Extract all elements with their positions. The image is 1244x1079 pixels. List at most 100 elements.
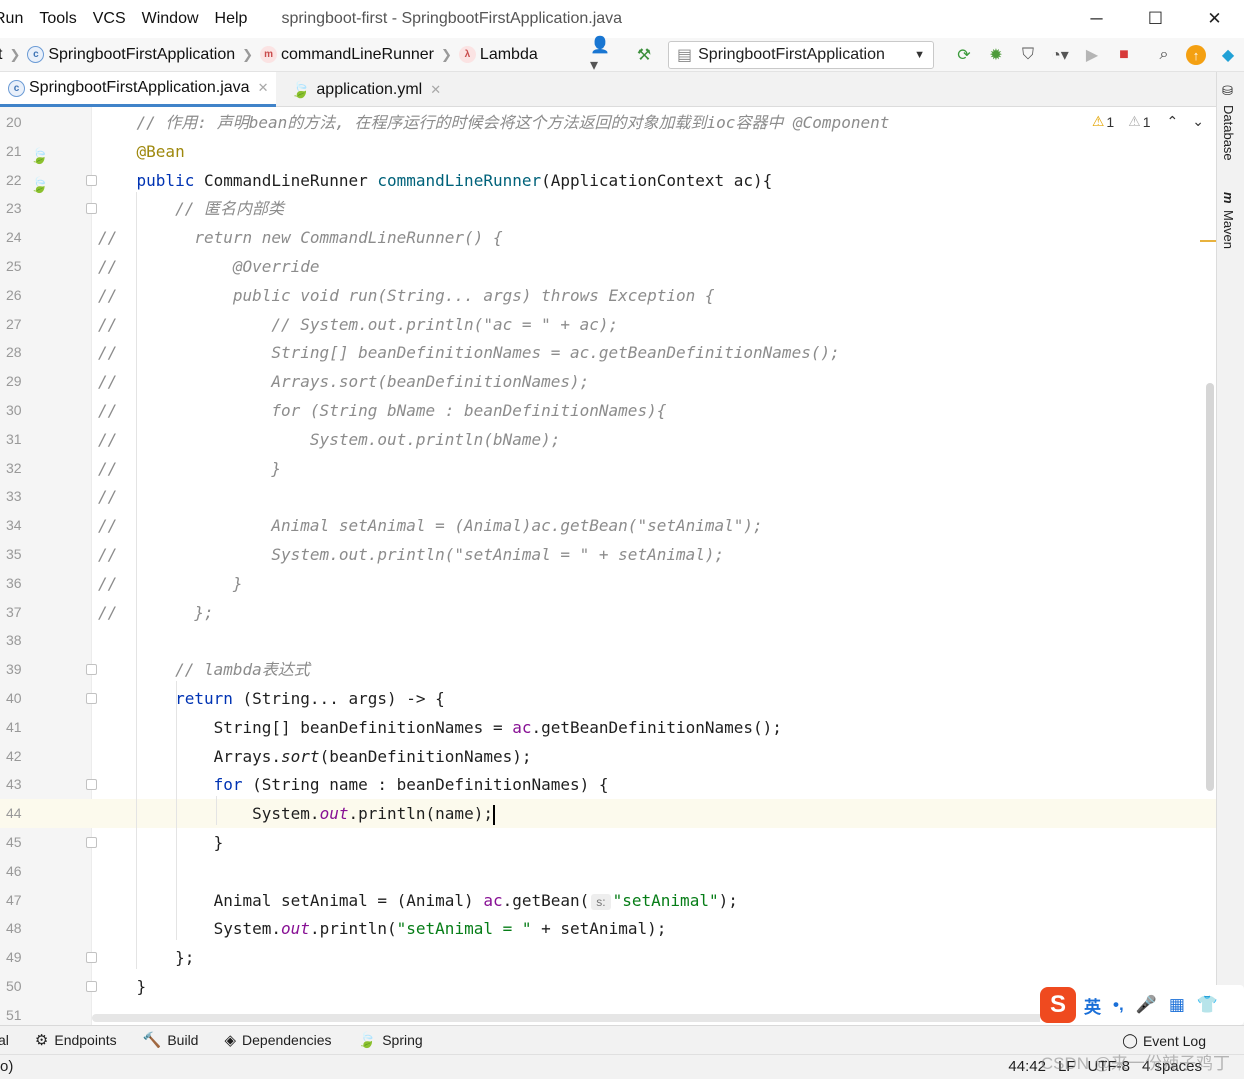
code-text: // };	[98, 602, 214, 622]
breadcrumb-lambda[interactable]: Lambda	[480, 46, 538, 64]
chevron-down-icon[interactable]: ⌄	[1192, 113, 1204, 130]
close-icon[interactable]: ✕	[430, 82, 441, 98]
code-line[interactable]: 48 System.out.println("setAnimal = " + s…	[0, 914, 1216, 943]
code-line[interactable]: 47 Animal setAnimal = (Animal) ac.getBea…	[0, 886, 1216, 915]
close-button[interactable]: ✕	[1185, 0, 1244, 38]
search-icon[interactable]: ⌕	[1152, 43, 1176, 67]
fold-marker-icon[interactable]	[86, 837, 97, 848]
breadcrumb-method[interactable]: commandLineRunner	[281, 46, 434, 64]
update-icon[interactable]: ↑	[1184, 43, 1208, 67]
code-line[interactable]: 20 // 作用: 声明bean的方法, 在程序运行的时候会将这个方法返回的对象…	[0, 108, 1216, 137]
tool-spring[interactable]: 🍃 Spring	[358, 1031, 423, 1049]
code-line[interactable]: 46	[0, 857, 1216, 886]
horizontal-scrollbar[interactable]	[92, 1014, 1204, 1022]
code-line[interactable]: 43 for (String name : beanDefinitionName…	[0, 770, 1216, 799]
endpoints-icon: ⚙	[34, 1032, 49, 1049]
build-hammer-icon[interactable]: ⚒	[632, 43, 656, 67]
code-line[interactable]: 45 }	[0, 828, 1216, 857]
line-number: 20	[6, 114, 22, 130]
code-line[interactable]: 37 // };	[0, 598, 1216, 627]
stop-icon[interactable]: ■	[1112, 43, 1136, 67]
code-line[interactable]: 25 // @Override	[0, 252, 1216, 281]
toolbox-icon[interactable]: ◆	[1216, 43, 1240, 67]
tool-dependencies[interactable]: ◈ Dependencies	[224, 1031, 331, 1049]
code-line[interactable]: 30 // for (String bName : beanDefinitionN…	[0, 396, 1216, 425]
tool-label: al	[0, 1032, 9, 1048]
code-line[interactable]: 50 }	[0, 972, 1216, 1001]
menu-vcs[interactable]: VCS	[93, 10, 126, 28]
sogou-logo-icon[interactable]: S	[1040, 987, 1076, 1023]
tab-springbootfirstapplication-java[interactable]: c SpringbootFirstApplication.java ✕	[0, 72, 277, 107]
menu-help[interactable]: Help	[215, 10, 248, 28]
debug-bug-icon[interactable]: ✹	[984, 43, 1008, 67]
microphone-icon[interactable]: 🎤	[1136, 995, 1157, 1015]
fold-marker-icon[interactable]	[86, 174, 97, 186]
fold-marker-icon[interactable]	[86, 981, 97, 992]
tool-terminal[interactable]: al	[0, 1032, 9, 1048]
run-configuration-select[interactable]: ▤ SpringbootFirstApplication ▼	[668, 41, 934, 69]
code-line[interactable]: 28 // String[] beanDefinitionNames = ac.g…	[0, 338, 1216, 367]
line-number: 43	[6, 776, 22, 793]
keyboard-icon[interactable]: ▦	[1169, 995, 1185, 1015]
code-line[interactable]: 33 //	[0, 482, 1216, 511]
tab-application-yml[interactable]: 🍃 application.yml ✕	[282, 72, 449, 107]
event-log-button[interactable]: ◯ Event Log	[1122, 1032, 1206, 1049]
fold-marker-icon[interactable]	[86, 779, 97, 791]
fold-marker-icon[interactable]	[86, 664, 97, 676]
fold-marker-icon[interactable]	[86, 693, 97, 704]
code-line[interactable]: 26 // public void run(String... args) thr…	[0, 281, 1216, 310]
line-number: 40	[6, 690, 22, 706]
inspection-widget[interactable]: ⚠ 1 ⚠ 1 ⌃ ⌄	[1084, 113, 1204, 130]
maximize-button[interactable]: ☐	[1126, 0, 1185, 38]
code-line[interactable]: 31 // System.out.println(bName);	[0, 425, 1216, 454]
code-line[interactable]: 22 🍃 public CommandLineRunner commandLine…	[0, 166, 1216, 195]
tool-endpoints[interactable]: ⚙ Endpoints	[35, 1031, 117, 1049]
run-config-icon: ▤	[677, 47, 693, 64]
code-line[interactable]: 41 String[] beanDefinitionNames = ac.get…	[0, 713, 1216, 742]
database-tool-tab[interactable]: ⛁ Database	[1221, 84, 1236, 161]
fold-marker-icon[interactable]	[86, 952, 97, 964]
code-line[interactable]: 49 };	[0, 943, 1216, 972]
profile-icon[interactable]: ◔▾	[1048, 43, 1072, 67]
code-line[interactable]: 34 // Animal setAnimal = (Animal)ac.getBe…	[0, 511, 1216, 540]
menu-tools[interactable]: Tools	[39, 10, 76, 28]
ime-language[interactable]: 英	[1084, 993, 1101, 1018]
code-line[interactable]: 21 🍃 @Bean	[0, 137, 1216, 166]
code-line[interactable]: 38	[0, 626, 1216, 655]
menu-window[interactable]: Window	[142, 10, 199, 28]
rerun-icon[interactable]: ⟳	[952, 43, 976, 67]
ime-punctuation[interactable]: •,	[1113, 995, 1124, 1015]
minimize-button[interactable]: ─	[1067, 0, 1126, 38]
warning-stripe-marker[interactable]	[1200, 240, 1216, 242]
code-line[interactable]: 36 // }	[0, 569, 1216, 598]
close-icon[interactable]: ✕	[258, 80, 269, 96]
run-icon[interactable]: ▶	[1080, 43, 1104, 67]
code-line[interactable]: 44 System.out.println(name);	[0, 799, 1216, 829]
line-number: 35	[6, 546, 22, 562]
menu-run[interactable]: Run	[0, 10, 23, 28]
vertical-scrollbar[interactable]	[1206, 383, 1214, 791]
chevron-up-icon[interactable]: ⌃	[1167, 113, 1179, 130]
code-line[interactable]: 27 // // System.out.println("ac = " + ac)…	[0, 310, 1216, 339]
breadcrumb-prefix[interactable]: t	[0, 46, 2, 64]
code-editor[interactable]: 20 // 作用: 声明bean的方法, 在程序运行的时候会将这个方法返回的对象…	[0, 107, 1216, 1025]
code-line[interactable]: 29 // Arrays.sort(beanDefinitionNames);	[0, 367, 1216, 396]
code-line[interactable]: 39 // lambda表达式	[0, 655, 1216, 684]
tool-build[interactable]: 🔨 Build	[143, 1031, 199, 1049]
code-line[interactable]: 23 // 匿名内部类	[0, 194, 1216, 223]
tool-label: Dependencies	[242, 1032, 332, 1048]
code-line[interactable]: 42 Arrays.sort(beanDefinitionNames);	[0, 742, 1216, 771]
code-line[interactable]: 35 // System.out.println("setAnimal = " +…	[0, 540, 1216, 569]
code-text: @Bean	[136, 141, 185, 161]
skin-shirt-icon[interactable]: 👕	[1197, 995, 1218, 1015]
coverage-shield-icon[interactable]: ⛉	[1016, 43, 1040, 67]
breadcrumb-class[interactable]: SpringbootFirstApplication	[48, 46, 235, 64]
code-text: //	[98, 487, 118, 507]
maven-tool-tab[interactable]: m Maven	[1221, 192, 1236, 249]
code-line[interactable]: 24 // return new CommandLineRunner() {	[0, 223, 1216, 252]
user-icon[interactable]: 👤▾	[590, 37, 614, 74]
tool-label: Endpoints	[54, 1032, 117, 1048]
code-line[interactable]: 40 return (String... args) -> {	[0, 684, 1216, 713]
fold-marker-icon[interactable]	[86, 203, 97, 215]
code-line[interactable]: 32 // }	[0, 454, 1216, 483]
